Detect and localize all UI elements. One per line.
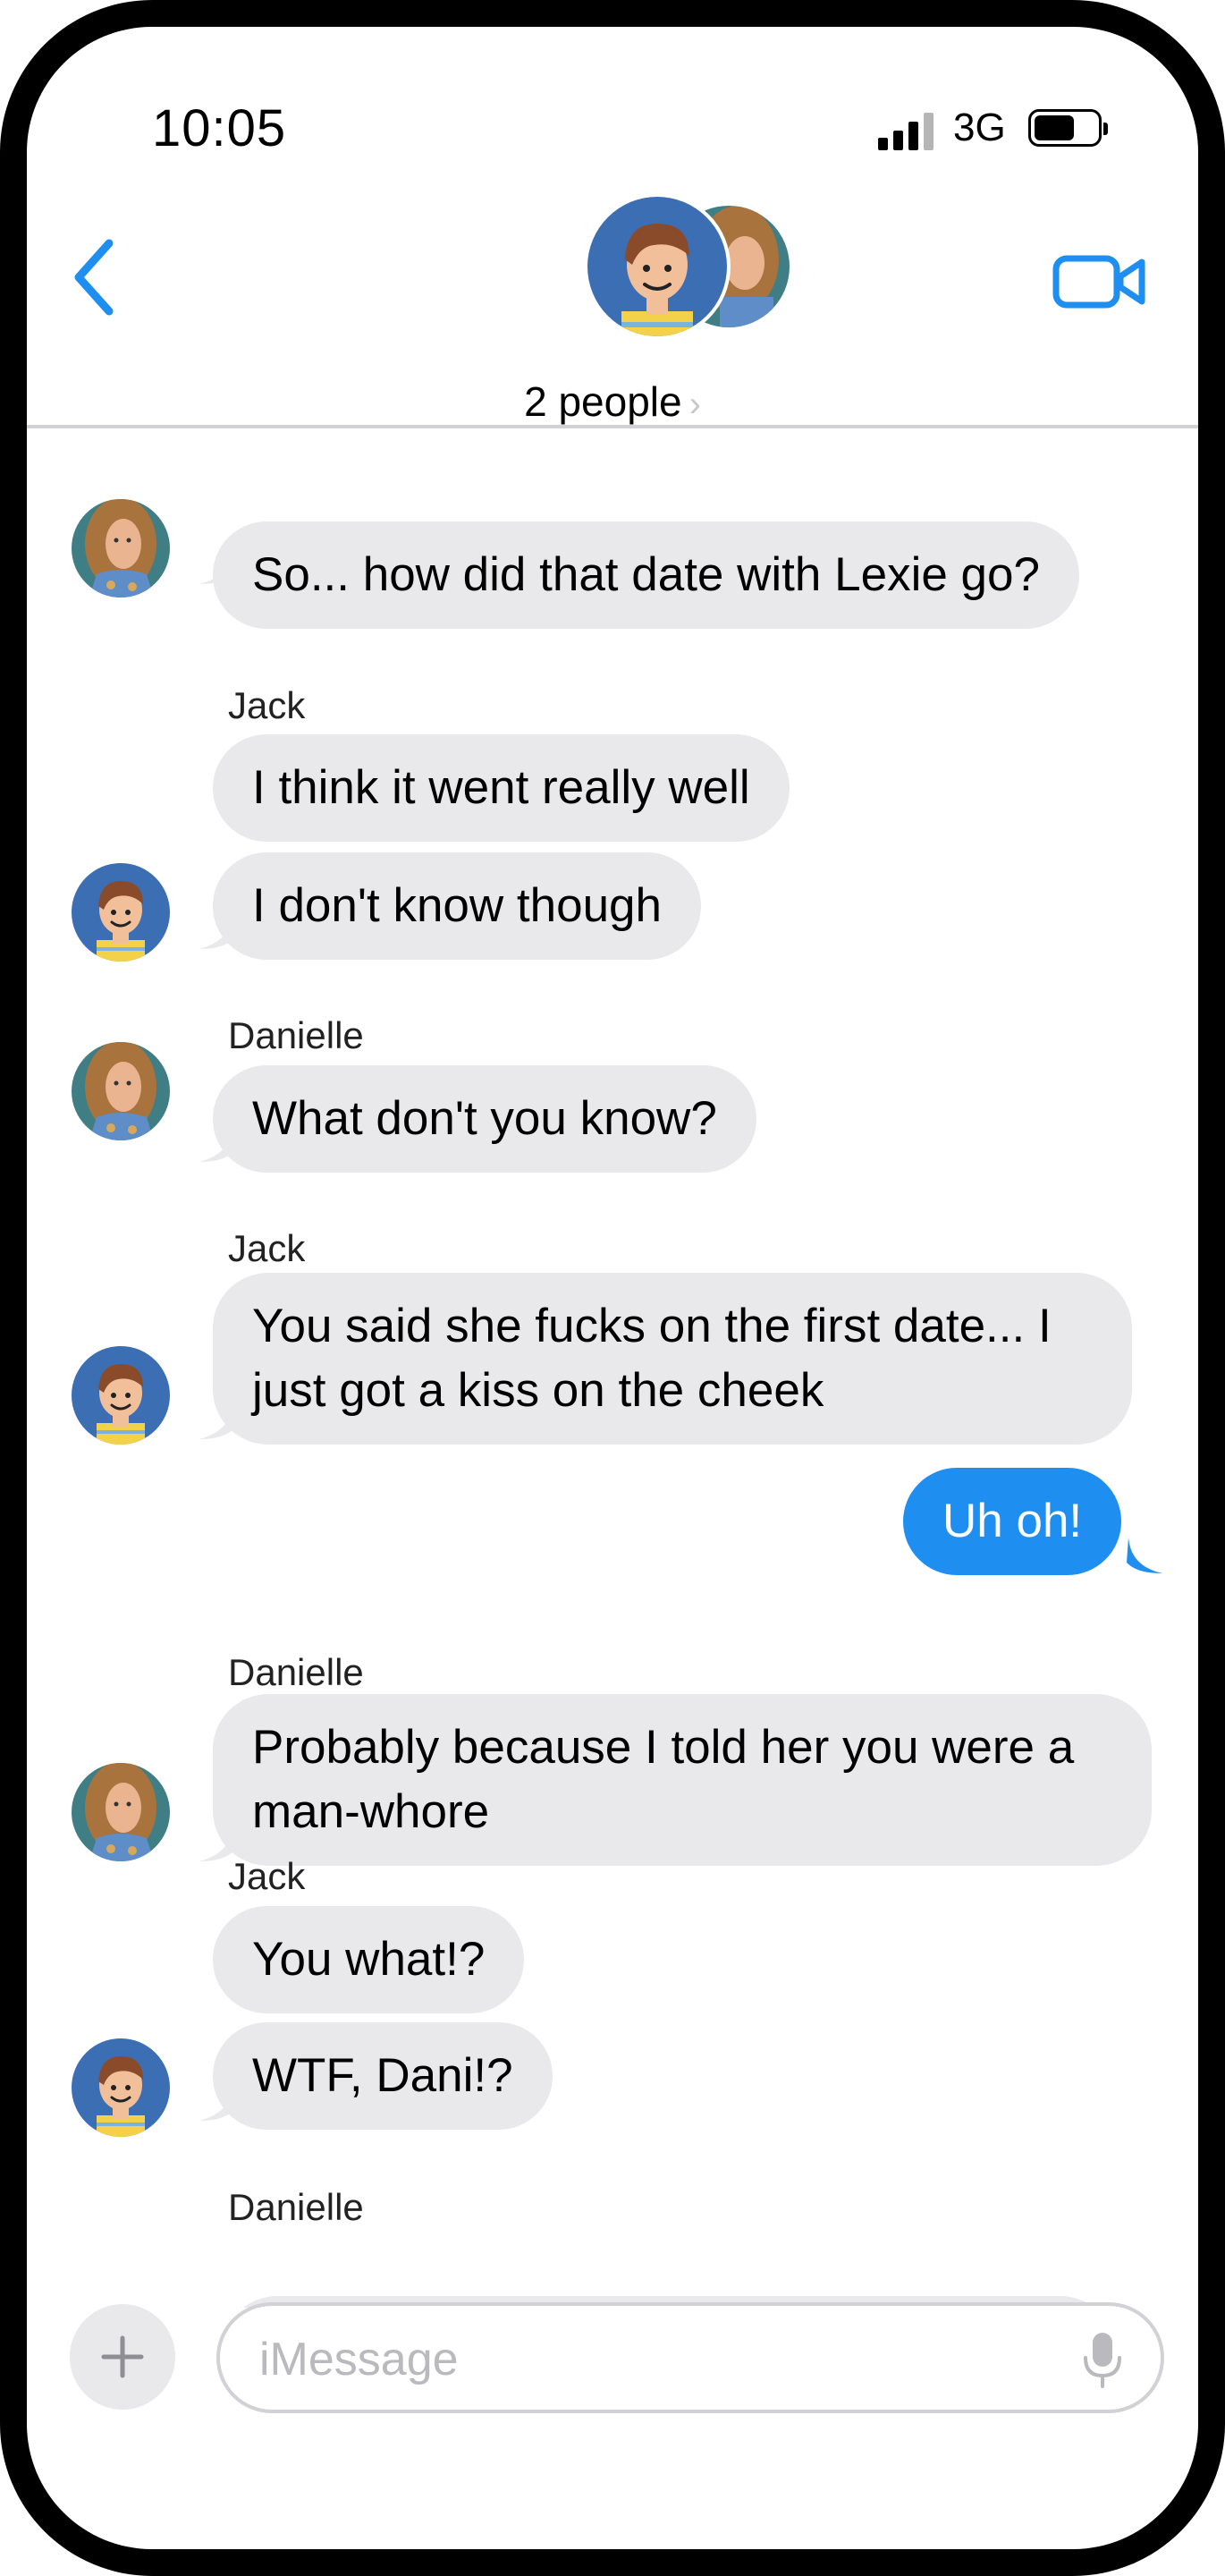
message-bubble[interactable]: What don't you know? [213, 1065, 756, 1173]
message-input[interactable] [259, 2324, 1046, 2395]
sender-name: Danielle [228, 1651, 364, 1693]
battery-level [1035, 115, 1074, 140]
message-bubble[interactable]: I think it went really well [213, 734, 790, 842]
group-title[interactable]: 2 people › [27, 377, 1198, 426]
group-avatars[interactable] [584, 193, 791, 349]
message-bubble[interactable]: Probably because I told her you were a m… [213, 1694, 1152, 1866]
danillee-avatar[interactable] [72, 1763, 170, 1861]
video-call-button[interactable] [1051, 246, 1149, 318]
add-attachment-button[interactable] [70, 2304, 175, 2410]
jack-avatar [587, 197, 727, 336]
jack-avatar[interactable] [72, 1346, 170, 1445]
sender-name: Jack [228, 1855, 306, 1897]
message-bubble[interactable]: So... how did that date with Lexie go? [213, 521, 1079, 629]
microphone-icon [1084, 2333, 1121, 2388]
jack-avatar[interactable] [72, 863, 170, 962]
chevron-left-icon [74, 239, 114, 316]
video-camera-icon [1052, 255, 1145, 309]
bubble-tail [1127, 1538, 1162, 1573]
message-bubble[interactable]: You said she fucks on the first date... … [213, 1273, 1132, 1445]
chevron-right-icon: › [689, 385, 701, 424]
battery-icon [1028, 109, 1108, 147]
phone-frame: 10:05 3G 2 people › So... how did that d… [0, 0, 1225, 2576]
dictation-button[interactable] [1080, 2331, 1125, 2390]
plus-icon [101, 2335, 144, 2378]
message-bubble-outgoing[interactable]: Uh oh! [903, 1468, 1122, 1575]
sender-name: Danielle [228, 1014, 364, 1056]
network-type: 3G [953, 106, 1006, 149]
group-title-label: 2 people [524, 378, 682, 425]
sender-name: Jack [228, 1227, 306, 1269]
message-bubble[interactable]: WTF, Dani!? [213, 2022, 553, 2130]
message-input-field[interactable] [216, 2302, 1164, 2413]
danielle-avatar[interactable] [72, 1042, 170, 1140]
back-button[interactable] [63, 233, 134, 322]
message-bubble[interactable]: You what!? [213, 1906, 525, 2013]
jack-avatar[interactable] [72, 2038, 170, 2137]
message-list[interactable]: So... how did that date with Lexie go? J… [27, 428, 1198, 2308]
signal-strength-icon [878, 113, 934, 150]
status-time: 10:05 [152, 99, 287, 157]
sender-name: Danielle [228, 2186, 364, 2228]
message-bubble[interactable]: I don't know though [213, 852, 702, 960]
sender-name: Jack [228, 684, 306, 726]
danielle-avatar[interactable] [72, 499, 170, 597]
phone-screen: 10:05 3G 2 people › So... how did that d… [27, 27, 1198, 2549]
